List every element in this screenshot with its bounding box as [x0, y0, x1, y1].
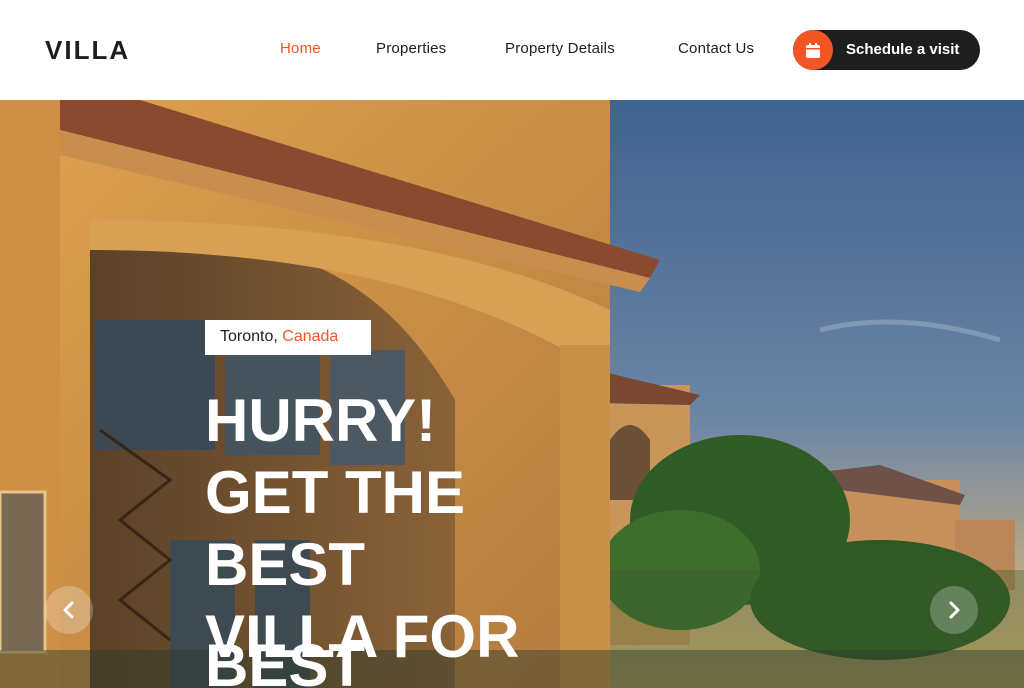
prev-slide-button[interactable] — [45, 586, 93, 634]
schedule-visit-label: Schedule a visit — [846, 41, 960, 58]
nav-property-details[interactable]: Property Details — [505, 40, 615, 57]
logo[interactable]: VILLA — [45, 35, 130, 66]
chevron-left-icon — [63, 601, 74, 619]
hero-slider: Toronto, Canada HURRY! GET THE BEST VILL… — [0, 100, 1024, 688]
chevron-right-icon — [949, 601, 960, 619]
nav-properties[interactable]: Properties — [376, 40, 446, 57]
next-slide-headline: BEST — [205, 632, 366, 688]
calendar-icon — [793, 30, 833, 70]
nav-home[interactable]: Home — [280, 40, 321, 57]
location-country: Canada — [282, 328, 339, 345]
next-slide-button[interactable] — [930, 586, 978, 634]
location-badge: Toronto, Canada — [205, 320, 371, 355]
nav-contact-us[interactable]: Contact Us — [678, 40, 754, 57]
schedule-visit-button[interactable]: Schedule a visit — [793, 30, 980, 70]
site-header: VILLA Home Properties Property Details C… — [0, 0, 1024, 100]
location-city: Toronto, — [220, 328, 278, 345]
